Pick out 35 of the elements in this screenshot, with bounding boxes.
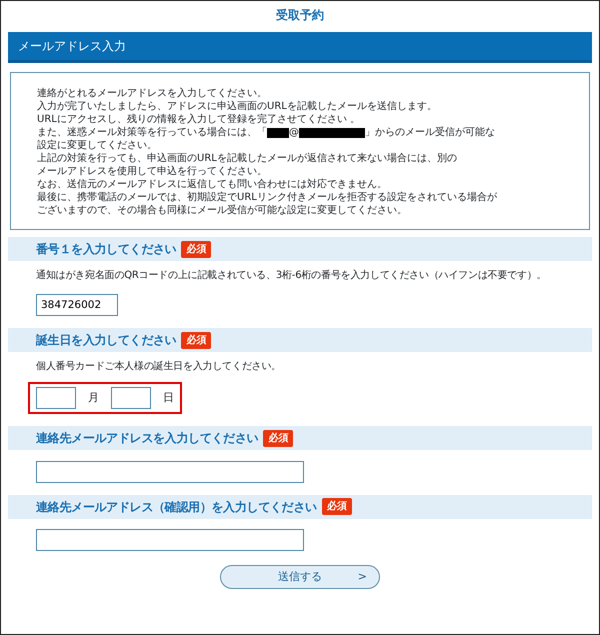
chevron-icon: >	[358, 568, 367, 586]
notice-text: 上記の対策を行っても、申込画面のURLを記載したメールが返信されて来ない場合には、別の	[37, 152, 458, 165]
notice-text: 最後に、携帯電話のメールでは、初期設定でURLリンク付きメールを拒否する設定をされている場合が	[37, 191, 498, 204]
field-hint: 個人番号カードご本人様の誕生日を入力してください。	[35, 360, 282, 374]
required-badge: 必須	[181, 332, 212, 348]
field-title: 番号１を入力してください	[36, 241, 176, 258]
notice-text: 設定に変更してください。	[37, 139, 158, 152]
redaction-bar	[267, 128, 289, 138]
notice-text: メールアドレスを使用して申込を行ってください。	[37, 165, 268, 178]
submit-button[interactable]: 送信する >	[220, 565, 380, 589]
text-field[interactable]	[36, 529, 304, 551]
field-hint: 通知はがき宛名面のQRコードの上に記載されている、3桁-6桁の番号を入力してください（ハイフンは不要です）。	[35, 268, 548, 283]
notice-text: なお、送信元のメールアドレスに返信しても問い合わせには対応できません。	[37, 178, 388, 191]
notice-text: URLにアクセスし、残りの情報を入力して登録を完了させてください 。	[37, 113, 362, 126]
field-title: 連絡先メールアドレス（確認用）を入力してください	[36, 498, 317, 516]
day-label: 日	[163, 390, 174, 406]
required-badge: 必須	[263, 430, 294, 446]
notice-text: 」からのメール受信が可能な	[365, 126, 495, 139]
field-title: 誕生日を入力してください	[36, 332, 176, 349]
day-field[interactable]	[111, 387, 151, 409]
text-field[interactable]	[36, 460, 304, 482]
month-field[interactable]	[36, 387, 76, 409]
required-badge: 必須	[181, 240, 212, 258]
notice-text: ございますので、その場合も同様にメール受信が可能な設定に変更してください。	[37, 204, 408, 217]
required-badge: 必須	[322, 498, 352, 515]
section-header: メールアドレス入力	[8, 32, 592, 63]
page-title: 受取予約	[275, 7, 325, 24]
notice-text: また、迷惑メール対策等を行っている場合には、「	[37, 126, 267, 139]
at-sign: @	[289, 126, 299, 139]
month-label: 月	[88, 390, 99, 406]
field-title: 連絡先メールアドレスを入力してください	[36, 430, 258, 447]
redaction-bar	[299, 128, 365, 138]
text-field[interactable]: 384726002	[36, 294, 118, 316]
notice-text: 連絡がとれるメールアドレスを入力してください。	[37, 87, 268, 100]
notice-text: 入力が完了いたしましたら、アドレスに申込画面のURLを記載したメールを送信します。	[37, 100, 438, 113]
